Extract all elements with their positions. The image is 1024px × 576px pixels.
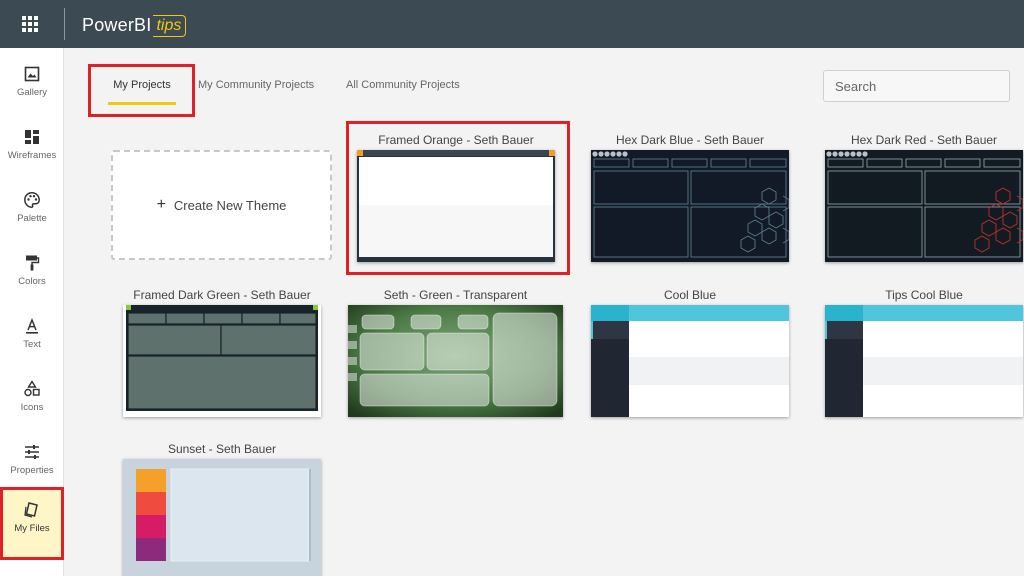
- files-icon: [24, 502, 38, 518]
- theme-thumbnail[interactable]: [123, 305, 321, 417]
- tab-all-community-projects[interactable]: All Community Projects: [346, 64, 460, 118]
- create-new-theme-button[interactable]: + Create New Theme: [111, 150, 332, 260]
- sidebar-item-properties[interactable]: Properties: [0, 431, 64, 495]
- search-input[interactable]: [823, 70, 1010, 102]
- text-icon: [26, 317, 38, 334]
- sidebar-item-colors[interactable]: Colors: [0, 242, 64, 306]
- tab-my-community-projects[interactable]: My Community Projects: [198, 64, 314, 118]
- shapes-icon: [24, 380, 40, 397]
- theme-title: Hex Dark Blue - Seth Bauer: [615, 133, 765, 147]
- highlight-box-tab: [88, 64, 195, 117]
- theme-card-cool-blue[interactable]: Cool Blue: [591, 286, 789, 417]
- theme-card-green-transparent[interactable]: Seth - Green - Transparent: [348, 286, 563, 417]
- sidebar-item-my-files[interactable]: My Files: [0, 487, 64, 560]
- theme-thumbnail[interactable]: [825, 305, 1023, 417]
- create-label: Create New Theme: [173, 197, 287, 213]
- theme-title: Framed Dark Green - Seth Bauer: [133, 288, 311, 302]
- sidebar-item-text[interactable]: Text: [0, 305, 64, 369]
- sidebar-item-label: Colors: [18, 276, 46, 287]
- theme-thumbnail[interactable]: [825, 150, 1023, 262]
- sidebar-item-label: Gallery: [16, 87, 48, 98]
- theme-title: Tips Cool Blue: [885, 288, 963, 302]
- sidebar-item-label: Wireframes: [7, 150, 57, 161]
- theme-thumbnail[interactable]: [591, 305, 789, 417]
- brand-sub: tips: [153, 15, 187, 37]
- sidebar-item-label: Properties: [10, 465, 54, 476]
- sidebar-item-gallery[interactable]: Gallery: [0, 53, 64, 117]
- tab-label: All Community Projects: [346, 79, 460, 91]
- sidebar-item-icons[interactable]: Icons: [0, 368, 64, 432]
- sidebar-item-label: Icons: [20, 402, 44, 413]
- theme-title: Hex Dark Red - Seth Bauer: [850, 133, 998, 147]
- highlight-box-theme: [346, 121, 570, 275]
- theme-card-framed-dark-green[interactable]: Framed Dark Green - Seth Bauer: [123, 286, 321, 417]
- theme-card-sunset[interactable]: Sunset - Seth Bauer: [123, 440, 321, 576]
- sidebar: Gallery Wireframes Palette Colors Text I…: [0, 48, 64, 576]
- theme-card-hex-dark-blue[interactable]: Hex Dark Blue - Seth Bauer: [591, 131, 789, 262]
- theme-title: Cool Blue: [663, 288, 717, 302]
- theme-thumbnail[interactable]: [123, 459, 321, 576]
- sidebar-item-palette[interactable]: Palette: [0, 179, 64, 243]
- sidebar-item-label: My Files: [14, 523, 50, 534]
- paint-roller-icon: [26, 255, 40, 271]
- gallery-icon: [24, 66, 40, 82]
- theme-title: Seth - Green - Transparent: [383, 288, 528, 302]
- theme-card-hex-dark-red[interactable]: Hex Dark Red - Seth Bauer: [825, 131, 1023, 262]
- brand-main: PowerBI: [82, 14, 152, 35]
- theme-title: Sunset - Seth Bauer: [167, 442, 277, 456]
- app-launcher-icon[interactable]: [22, 16, 38, 32]
- sidebar-item-wireframes[interactable]: Wireframes: [0, 116, 64, 180]
- plus-icon: +: [156, 196, 166, 213]
- sidebar-item-label: Text: [23, 339, 41, 350]
- topbar-divider: [64, 8, 65, 40]
- theme-thumbnail[interactable]: [591, 150, 789, 262]
- wireframes-icon: [25, 130, 39, 144]
- top-bar: PowerBI tips: [0, 0, 1024, 48]
- palette-icon: [24, 192, 40, 208]
- tab-label: My Community Projects: [198, 79, 315, 91]
- theme-thumbnail[interactable]: [348, 305, 563, 417]
- sidebar-item-label: Palette: [17, 213, 47, 224]
- brand-logo[interactable]: PowerBI tips: [82, 13, 187, 37]
- sliders-icon: [25, 445, 39, 459]
- theme-card-tips-cool-blue[interactable]: Tips Cool Blue: [825, 286, 1023, 417]
